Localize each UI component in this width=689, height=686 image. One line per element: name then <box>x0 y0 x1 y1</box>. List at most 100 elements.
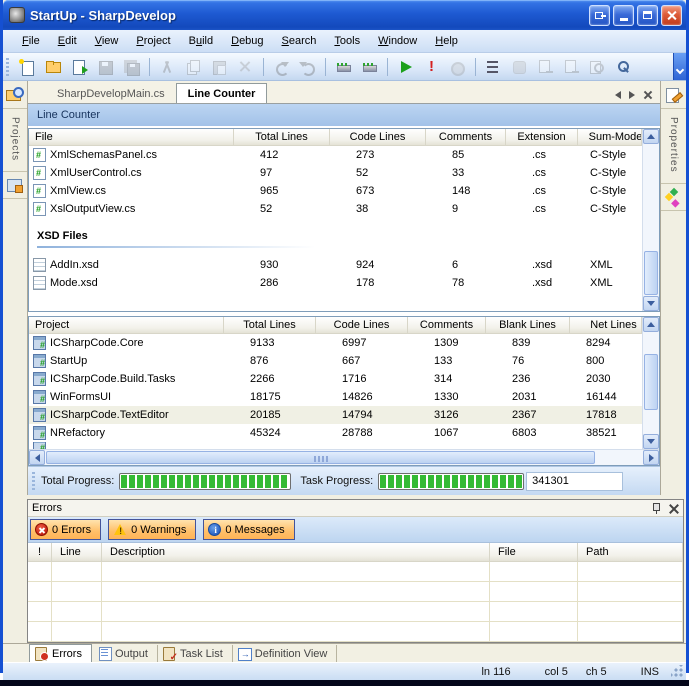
icon-prj <box>33 390 46 404</box>
projects-rail-tab[interactable] <box>3 81 27 109</box>
column-header-project[interactable]: Project <box>29 317 224 334</box>
close-button[interactable] <box>661 5 682 26</box>
toolbar-overflow-icon[interactable] <box>673 53 686 80</box>
scroll-up-button[interactable] <box>643 317 659 332</box>
project-row[interactable]: NRefactory 45324 28788 1067 6803 38521 <box>29 424 642 442</box>
progress-grip[interactable] <box>32 472 35 490</box>
b-task <box>163 647 176 660</box>
column-header-code-lines[interactable]: Code Lines <box>330 129 426 146</box>
document-area: SharpDevelopMain.cs Line Counter Line Co… <box>28 81 660 495</box>
scroll-up-button[interactable] <box>643 129 659 144</box>
files-table-header: File Total Lines Code Lines Comments Ext… <box>29 129 642 146</box>
column-header-path[interactable]: Path <box>578 543 683 562</box>
menu-file[interactable]: File <box>13 32 49 50</box>
format-lines-icon[interactable] <box>481 56 505 78</box>
menu-tools[interactable]: Tools <box>325 32 369 50</box>
tab-line-counter[interactable]: Line Counter <box>176 83 268 103</box>
column-header-code-lines[interactable]: Code Lines <box>316 317 408 334</box>
e-msg <box>208 523 221 536</box>
errors-filter-button[interactable]: 0 Errors <box>30 519 101 540</box>
menu-view[interactable]: View <box>86 32 128 50</box>
column-header-file[interactable]: File <box>490 543 578 562</box>
stop-build-icon[interactable] <box>419 56 443 78</box>
project-row[interactable]: ICSharpCode.TextEditor 20185 14794 3126 … <box>29 406 642 424</box>
project-row[interactable]: WinFormsUI 18175 14826 1330 2031 16144 <box>29 388 642 406</box>
column-header-line[interactable]: Line <box>52 543 102 562</box>
code-lines-cell: 6997 <box>316 334 408 352</box>
scrollbar-thumb[interactable] <box>46 451 595 464</box>
menu-help[interactable]: Help <box>426 32 467 50</box>
open-file-icon[interactable] <box>41 56 65 78</box>
scrollbar-thumb[interactable] <box>644 354 658 410</box>
column-header-total-lines[interactable]: Total Lines <box>234 129 330 146</box>
menu-project[interactable]: Project <box>127 32 179 50</box>
undock-button[interactable] <box>589 5 610 26</box>
filter-button-label: 0 Warnings <box>131 524 186 536</box>
menu-search[interactable]: Search <box>273 32 326 50</box>
projects-vertical-scrollbar[interactable] <box>642 317 659 449</box>
resize-grip[interactable] <box>671 665 684 678</box>
column-header-extension[interactable]: Extension <box>506 129 578 146</box>
toolbar-grip[interactable] <box>6 58 9 76</box>
column-header-net-lines[interactable]: Net Lines <box>570 317 642 334</box>
horizontal-scrollbar[interactable] <box>29 449 659 465</box>
project-row[interactable]: ICSharpCode.Build.Tasks 2266 1716 314 23… <box>29 370 642 388</box>
files-vertical-scrollbar[interactable] <box>642 129 659 311</box>
column-header-comments[interactable]: Comments <box>408 317 486 334</box>
menu-debug[interactable]: Debug <box>222 32 272 50</box>
scroll-down-button[interactable] <box>643 296 659 311</box>
warnings-filter-button[interactable]: 0 Warnings <box>108 519 196 540</box>
column-header-severity[interactable]: ! <box>28 543 52 562</box>
messages-filter-button[interactable]: 0 Messages <box>203 519 294 540</box>
file-row[interactable]: XmlView.cs 965 673 148 .cs C-Style <box>29 182 642 200</box>
menu-edit[interactable]: Edit <box>49 32 86 50</box>
file-row[interactable]: XmlSchemasPanel.cs 412 273 85 .cs C-Styl… <box>29 146 642 164</box>
tab-scroll-right-icon[interactable] <box>629 91 635 99</box>
file-row[interactable]: XslOutputView.cs 52 38 9 .cs C-Style <box>29 200 642 218</box>
scroll-down-button[interactable] <box>643 434 659 449</box>
tab-close-icon[interactable] <box>643 90 652 99</box>
find-icon[interactable] <box>611 56 635 78</box>
column-header-blank-lines[interactable]: Blank Lines <box>486 317 570 334</box>
scroll-right-button[interactable] <box>643 450 659 465</box>
menu-build[interactable]: Build <box>180 32 222 50</box>
build-icon[interactable] <box>331 56 355 78</box>
tab-definition-view[interactable]: Definition View <box>233 645 338 662</box>
tab-task-list[interactable]: Task List <box>158 645 233 662</box>
empty-row <box>28 622 683 642</box>
new-from-template-icon[interactable] <box>67 56 91 78</box>
maximize-button[interactable] <box>637 5 658 26</box>
tab-sharpdevelopmain-cs[interactable]: SharpDevelopMain.cs <box>46 84 176 103</box>
icon-prj <box>33 408 46 422</box>
tool-tab-label: Errors <box>52 648 82 660</box>
column-header-description[interactable]: Description <box>102 543 490 562</box>
column-header-comments[interactable]: Comments <box>426 129 506 146</box>
build-all-icon[interactable] <box>357 56 381 78</box>
file-row[interactable]: Mode.xsd 286 178 78 .xsd XML <box>29 274 642 292</box>
file-row[interactable]: XmlUserControl.cs 97 52 33 .cs C-Style <box>29 164 642 182</box>
panel-close-icon[interactable] <box>668 503 679 514</box>
empty-row <box>28 562 683 582</box>
properties-rail-tab[interactable] <box>661 81 686 109</box>
project-row[interactable]: StartUp 876 667 133 76 800 <box>29 352 642 370</box>
project-row[interactable]: ICSharpCode.Core 9133 6997 1309 839 8294 <box>29 334 642 352</box>
column-header-sum-mode[interactable]: Sum-Mode <box>578 129 642 146</box>
run-icon[interactable] <box>393 56 417 78</box>
project-row[interactable] <box>29 442 642 449</box>
new-file-icon[interactable] <box>15 56 39 78</box>
projects-rail-label[interactable]: Projects <box>10 109 21 169</box>
tab-scroll-left-icon[interactable] <box>615 91 621 99</box>
column-header-file[interactable]: File <box>29 129 234 146</box>
minimize-button[interactable] <box>613 5 634 26</box>
pin-icon[interactable] <box>650 502 662 515</box>
menu-window[interactable]: Window <box>369 32 426 50</box>
toolbox-rail-tab[interactable] <box>661 183 686 211</box>
classes-rail-tab[interactable] <box>3 171 27 199</box>
scroll-left-button[interactable] <box>29 450 45 465</box>
file-row[interactable]: AddIn.xsd 930 924 6 .xsd XML <box>29 256 642 274</box>
tab-output[interactable]: Output <box>93 645 158 662</box>
tab-errors[interactable]: Errors <box>29 644 92 662</box>
properties-rail-label[interactable]: Properties <box>668 109 679 181</box>
scrollbar-thumb[interactable] <box>644 251 658 295</box>
column-header-total-lines[interactable]: Total Lines <box>224 317 316 334</box>
